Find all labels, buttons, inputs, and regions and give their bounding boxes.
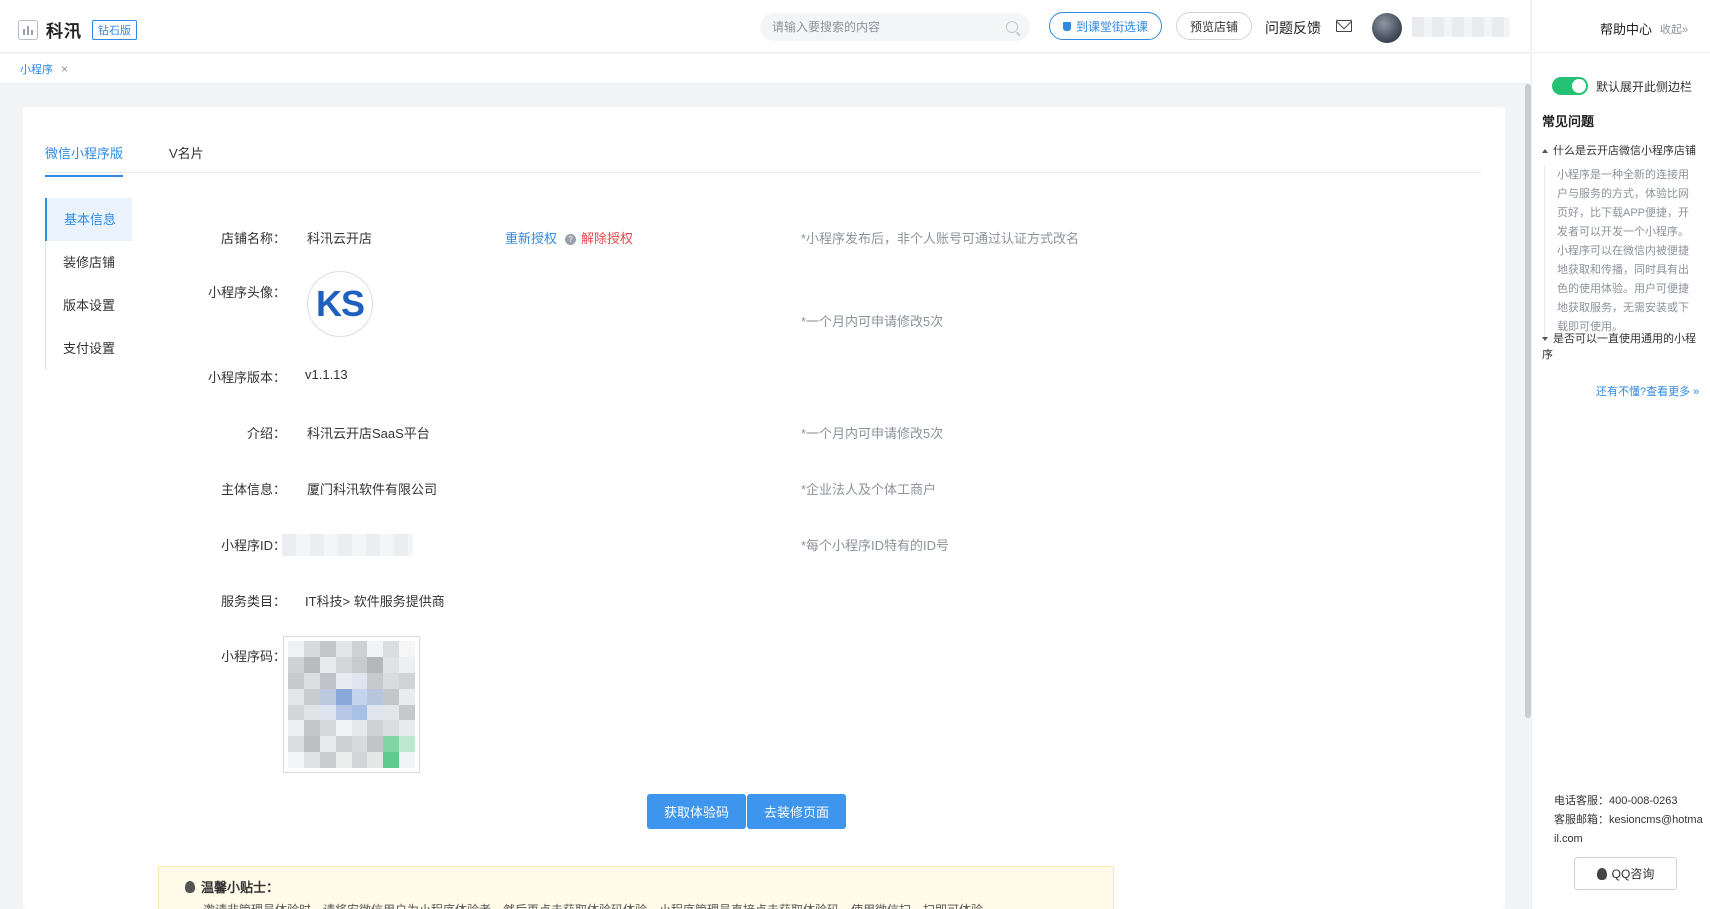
username-blurred[interactable] [1412,17,1510,37]
shop-name-label: 店铺名称： [220,231,286,246]
help-center-title: 帮助中心 [1600,22,1653,37]
collapse-button[interactable]: 收起» [1660,21,1688,37]
tip-box: 温馨小贴士： 邀请非管理员体验时，请将安微信用户为小程序体验者，然后再点击获取体… [158,866,1114,909]
qq-consult-label: QQ咨询 [1611,867,1655,881]
faq-answer-1: 小程序是一种全新的连接用户与服务的方式，体验比网页好，比下载APP便捷，开发者可… [1544,166,1694,337]
tab-v-card[interactable]: V名片 [169,143,204,162]
qq-icon [1596,867,1607,880]
unauthorize-link[interactable]: 解除授权 [581,231,633,246]
tip-title: 温馨小贴士： [185,877,279,896]
help-icon[interactable]: ? [565,234,577,246]
intro-label: 介绍： [246,426,286,441]
category-label: 服务类目： [220,594,286,609]
page-tab-miniprogram[interactable]: 小程序 × [20,61,68,77]
help-panel: 帮助中心 收起» 默认展开此侧边栏 常见问题 什么是云开店微信小程序店铺 小程序… [1531,0,1710,909]
avatar-hint: *一个月内可申请修改5次 [801,314,944,329]
menu-bars-icon[interactable] [18,19,38,40]
bulb-icon [185,880,195,893]
side-item-payment[interactable]: 支付设置 [46,327,132,370]
entity-hint: *企业法人及个体工商户 [801,482,937,497]
faq-question-1-text: 什么是云开店微信小程序店铺 [1553,145,1696,157]
page-tab-label: 小程序 [20,64,53,76]
entity-value: 厦门科汛软件有限公司 [307,482,438,497]
course-icon [1063,21,1071,31]
shop-name-value: 科汛云开店 [307,231,373,246]
tip-text: 邀请非管理员体验时，请将安微信用户为小程序体验者，然后再点击获取体验码体验。小程… [203,901,983,909]
more-help-link[interactable]: 还有不懂?查看更多 » [1596,383,1699,399]
page-tab-strip: 小程序 × [0,54,1530,84]
faq-question-1[interactable]: 什么是云开店微信小程序店铺 [1542,143,1702,159]
tip-title-text: 温馨小贴士： [201,880,280,895]
expand-arrow-icon [1542,337,1548,342]
faq-title: 常见问题 [1542,114,1595,129]
user-avatar[interactable] [1372,13,1402,43]
close-icon[interactable]: × [61,62,68,76]
class-street-label: 到课堂街选课 [1076,19,1149,34]
app-id-value-blurred [282,534,413,556]
collapse-arrow-icon [1542,149,1548,154]
qrcode-label: 小程序码： [220,649,286,664]
category-value: IT科技> 软件服务提供商 [305,594,445,609]
main-panel: 微信小程序版 V名片 基本信息 装修店铺 版本设置 支付设置 店铺名称： 科汛云… [23,107,1505,909]
app-id-label: 小程序ID： [220,538,286,553]
search-icon[interactable] [1006,21,1018,33]
faq-question-2[interactable]: 是否可以一直使用通用的小程序 [1542,331,1702,363]
help-header: 帮助中心 收起» [1532,0,1710,53]
version-value: v1.1.13 [305,367,348,382]
tab-wechat-miniprogram[interactable]: 微信小程序版 [45,143,124,177]
version-label: 小程序版本： [207,370,286,385]
feedback-link[interactable]: 问题反馈 [1265,18,1321,38]
intro-hint: *一个月内可申请修改5次 [801,426,944,441]
class-street-button[interactable]: 到课堂街选课 [1049,12,1163,40]
search-input[interactable] [772,20,1006,34]
app-id-hint: *每个小程序ID特有的ID号 [801,538,950,553]
miniprogram-avatar[interactable]: KS [307,271,373,337]
faq-question-2-text: 是否可以一直使用通用的小程序 [1542,333,1696,361]
phone-support: 电话客服：400-008-0263 [1554,795,1678,807]
toggle-label: 默认展开此侧边栏 [1596,79,1693,94]
brand-name: 科汛 [46,22,82,41]
intro-value: 科汛云开店SaaS平台 [307,426,430,441]
miniprogram-qrcode [283,636,420,773]
search-box[interactable] [760,13,1030,41]
get-experience-code-button[interactable]: 获取体验码 [647,794,747,829]
logo[interactable]: 科汛 钻石版 [18,17,137,42]
side-item-decorate[interactable]: 装修店铺 [46,241,132,284]
entity-label: 主体信息： [220,482,286,497]
edition-badge: 钻石版 [92,19,137,40]
decorate-page-button[interactable]: 去装修页面 [747,794,847,829]
platform-tabs: 微信小程序版 V名片 [45,107,1481,177]
top-bar: 科汛 钻石版 到课堂街选课 预览店铺 问题反馈 [0,0,1530,53]
preview-shop-button[interactable]: 预览店铺 [1176,12,1253,40]
qq-consult-button[interactable]: QQ咨询 [1574,857,1677,890]
expand-sidebar-toggle[interactable] [1552,77,1588,95]
sidebar-toggle-row: 默认展开此侧边栏 [1552,77,1692,95]
reauthorize-link[interactable]: 重新授权 [505,231,557,246]
avatar-label: 小程序头像： [207,285,286,300]
shop-name-hint: *小程序发布后，非个人账号可通过认证方式改名 [801,231,1080,246]
email-support: 客服邮箱：kesioncms@hotmail.com [1554,814,1703,845]
mail-icon[interactable] [1336,20,1352,32]
